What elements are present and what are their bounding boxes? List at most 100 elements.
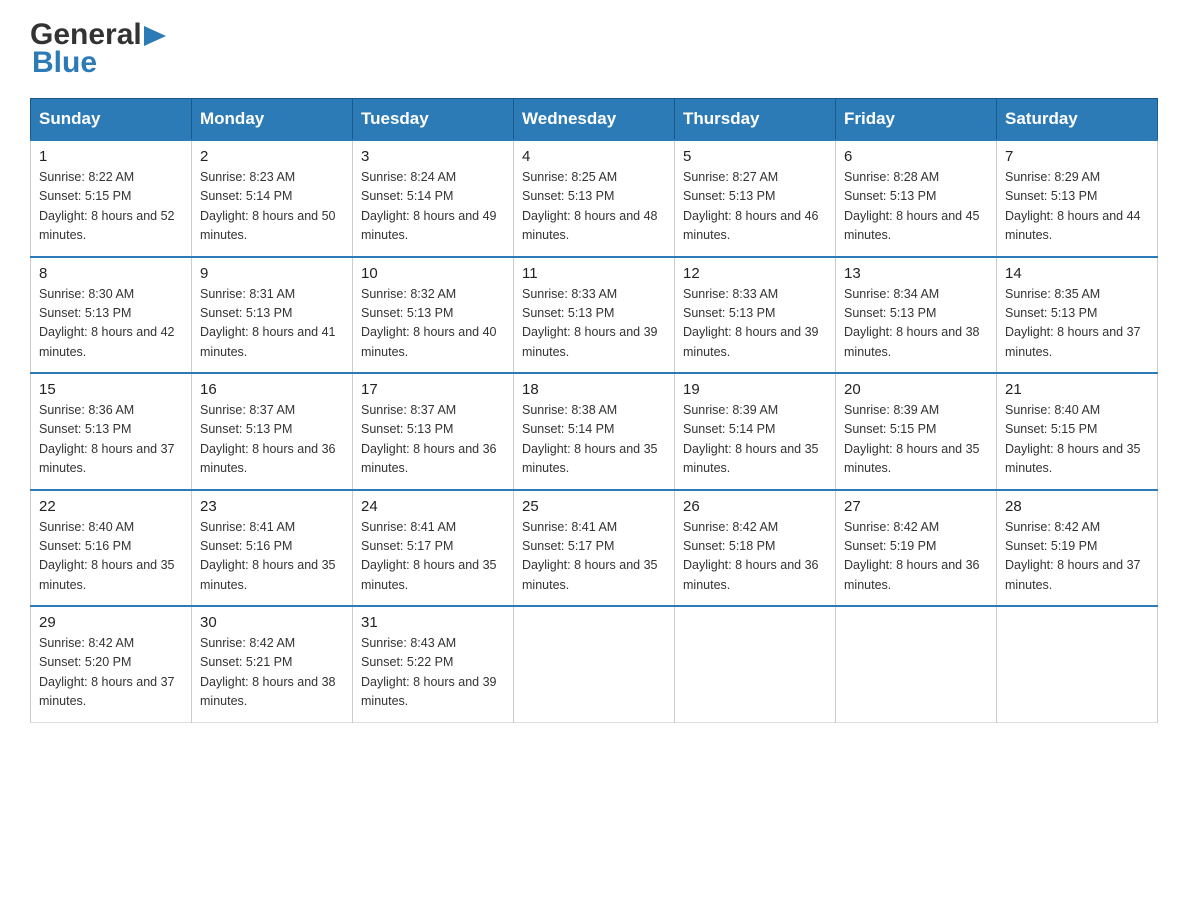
calendar-header-row: SundayMondayTuesdayWednesdayThursdayFrid… — [31, 99, 1158, 141]
calendar-cell: 12Sunrise: 8:33 AMSunset: 5:13 PMDayligh… — [675, 257, 836, 374]
day-number: 9 — [200, 265, 344, 282]
day-number: 28 — [1005, 498, 1149, 515]
calendar-week-3: 15Sunrise: 8:36 AMSunset: 5:13 PMDayligh… — [31, 373, 1158, 490]
logo: General Blue — [30, 20, 172, 80]
calendar-cell: 5 Sunrise: 8:27 AMSunset: 5:13 PMDaylight… — [675, 140, 836, 257]
calendar-cell — [997, 606, 1158, 722]
day-info: Sunrise: 8:32 AMSunset: 5:13 PMDaylight:… — [361, 285, 505, 363]
calendar-cell: 23 Sunrise: 8:41 AMSunset: 5:16 PMDayligh… — [192, 490, 353, 607]
day-info: Sunrise: 8:42 AMSunset: 5:19 PMDaylight:… — [844, 518, 988, 596]
calendar-cell — [675, 606, 836, 722]
day-number: 2 — [200, 148, 344, 165]
day-number: 3 — [361, 148, 505, 165]
calendar-cell: 4 Sunrise: 8:25 AMSunset: 5:13 PMDaylight… — [514, 140, 675, 257]
day-info: Sunrise: 8:30 AMSunset: 5:13 PMDaylight:… — [39, 285, 183, 363]
col-header-friday: Friday — [836, 99, 997, 141]
col-header-tuesday: Tuesday — [353, 99, 514, 141]
col-header-saturday: Saturday — [997, 99, 1158, 141]
logo-blue: Blue — [30, 46, 97, 80]
day-info: Sunrise: 8:24 AMSunset: 5:14 PMDaylight:… — [361, 168, 505, 246]
calendar-cell: 31 Sunrise: 8:43 AMSunset: 5:22 PMDayligh… — [353, 606, 514, 722]
calendar-cell: 25 Sunrise: 8:41 AMSunset: 5:17 PMDayligh… — [514, 490, 675, 607]
day-number: 10 — [361, 265, 505, 282]
day-number: 25 — [522, 498, 666, 515]
day-number: 24 — [361, 498, 505, 515]
calendar-cell: 28 Sunrise: 8:42 AMSunset: 5:19 PMDayligh… — [997, 490, 1158, 607]
day-number: 31 — [361, 614, 505, 631]
calendar-cell: 19Sunrise: 8:39 AMSunset: 5:14 PMDayligh… — [675, 373, 836, 490]
col-header-monday: Monday — [192, 99, 353, 141]
day-info: Sunrise: 8:22 AMSunset: 5:15 PMDaylight:… — [39, 168, 183, 246]
calendar-cell: 9 Sunrise: 8:31 AMSunset: 5:13 PMDaylight… — [192, 257, 353, 374]
day-info: Sunrise: 8:38 AMSunset: 5:14 PMDaylight:… — [522, 401, 666, 479]
day-info: Sunrise: 8:40 AMSunset: 5:15 PMDaylight:… — [1005, 401, 1149, 479]
calendar-cell: 14 Sunrise: 8:35 AMSunset: 5:13 PMDayligh… — [997, 257, 1158, 374]
calendar-cell: 30 Sunrise: 8:42 AMSunset: 5:21 PMDayligh… — [192, 606, 353, 722]
day-info: Sunrise: 8:34 AMSunset: 5:13 PMDaylight:… — [844, 285, 988, 363]
calendar-cell: 21 Sunrise: 8:40 AMSunset: 5:15 PMDayligh… — [997, 373, 1158, 490]
day-info: Sunrise: 8:35 AMSunset: 5:13 PMDaylight:… — [1005, 285, 1149, 363]
calendar-week-4: 22Sunrise: 8:40 AMSunset: 5:16 PMDayligh… — [31, 490, 1158, 607]
calendar-cell: 11 Sunrise: 8:33 AMSunset: 5:13 PMDayligh… — [514, 257, 675, 374]
calendar-cell: 18 Sunrise: 8:38 AMSunset: 5:14 PMDayligh… — [514, 373, 675, 490]
calendar-cell: 16 Sunrise: 8:37 AMSunset: 5:13 PMDayligh… — [192, 373, 353, 490]
calendar-week-1: 1 Sunrise: 8:22 AMSunset: 5:15 PMDaylight… — [31, 140, 1158, 257]
day-number: 21 — [1005, 381, 1149, 398]
day-info: Sunrise: 8:42 AMSunset: 5:21 PMDaylight:… — [200, 634, 344, 712]
calendar-week-5: 29 Sunrise: 8:42 AMSunset: 5:20 PMDayligh… — [31, 606, 1158, 722]
day-info: Sunrise: 8:23 AMSunset: 5:14 PMDaylight:… — [200, 168, 344, 246]
calendar-cell: 20 Sunrise: 8:39 AMSunset: 5:15 PMDayligh… — [836, 373, 997, 490]
calendar-cell: 17Sunrise: 8:37 AMSunset: 5:13 PMDayligh… — [353, 373, 514, 490]
calendar-cell: 29 Sunrise: 8:42 AMSunset: 5:20 PMDayligh… — [31, 606, 192, 722]
day-info: Sunrise: 8:36 AMSunset: 5:13 PMDaylight:… — [39, 401, 183, 479]
day-number: 7 — [1005, 148, 1149, 165]
day-info: Sunrise: 8:33 AMSunset: 5:13 PMDaylight:… — [522, 285, 666, 363]
day-info: Sunrise: 8:37 AMSunset: 5:13 PMDaylight:… — [200, 401, 344, 479]
calendar-cell: 3 Sunrise: 8:24 AMSunset: 5:14 PMDaylight… — [353, 140, 514, 257]
day-number: 23 — [200, 498, 344, 515]
col-header-wednesday: Wednesday — [514, 99, 675, 141]
day-info: Sunrise: 8:27 AMSunset: 5:13 PMDaylight:… — [683, 168, 827, 246]
day-number: 18 — [522, 381, 666, 398]
day-number: 5 — [683, 148, 827, 165]
day-info: Sunrise: 8:41 AMSunset: 5:17 PMDaylight:… — [361, 518, 505, 596]
calendar-cell: 6 Sunrise: 8:28 AMSunset: 5:13 PMDaylight… — [836, 140, 997, 257]
calendar-cell: 1 Sunrise: 8:22 AMSunset: 5:15 PMDaylight… — [31, 140, 192, 257]
day-number: 4 — [522, 148, 666, 165]
day-number: 30 — [200, 614, 344, 631]
col-header-thursday: Thursday — [675, 99, 836, 141]
calendar-cell: 22Sunrise: 8:40 AMSunset: 5:16 PMDayligh… — [31, 490, 192, 607]
day-info: Sunrise: 8:29 AMSunset: 5:13 PMDaylight:… — [1005, 168, 1149, 246]
day-info: Sunrise: 8:42 AMSunset: 5:19 PMDaylight:… — [1005, 518, 1149, 596]
day-info: Sunrise: 8:39 AMSunset: 5:14 PMDaylight:… — [683, 401, 827, 479]
day-number: 8 — [39, 265, 183, 282]
day-number: 29 — [39, 614, 183, 631]
day-number: 20 — [844, 381, 988, 398]
calendar-cell: 2 Sunrise: 8:23 AMSunset: 5:14 PMDaylight… — [192, 140, 353, 257]
day-number: 11 — [522, 265, 666, 282]
day-number: 13 — [844, 265, 988, 282]
day-number: 22 — [39, 498, 183, 515]
calendar-cell — [836, 606, 997, 722]
day-info: Sunrise: 8:41 AMSunset: 5:16 PMDaylight:… — [200, 518, 344, 596]
day-info: Sunrise: 8:39 AMSunset: 5:15 PMDaylight:… — [844, 401, 988, 479]
day-info: Sunrise: 8:28 AMSunset: 5:13 PMDaylight:… — [844, 168, 988, 246]
logo-arrow-icon — [144, 22, 172, 50]
day-info: Sunrise: 8:41 AMSunset: 5:17 PMDaylight:… — [522, 518, 666, 596]
day-info: Sunrise: 8:25 AMSunset: 5:13 PMDaylight:… — [522, 168, 666, 246]
calendar-cell: 8 Sunrise: 8:30 AMSunset: 5:13 PMDaylight… — [31, 257, 192, 374]
calendar-cell — [514, 606, 675, 722]
day-number: 1 — [39, 148, 183, 165]
page-header: General Blue — [30, 20, 1158, 80]
calendar-cell: 13 Sunrise: 8:34 AMSunset: 5:13 PMDayligh… — [836, 257, 997, 374]
calendar-cell: 24 Sunrise: 8:41 AMSunset: 5:17 PMDayligh… — [353, 490, 514, 607]
day-number: 12 — [683, 265, 827, 282]
day-number: 16 — [200, 381, 344, 398]
day-number: 6 — [844, 148, 988, 165]
day-info: Sunrise: 8:31 AMSunset: 5:13 PMDaylight:… — [200, 285, 344, 363]
day-number: 14 — [1005, 265, 1149, 282]
day-info: Sunrise: 8:42 AMSunset: 5:20 PMDaylight:… — [39, 634, 183, 712]
calendar-cell: 7 Sunrise: 8:29 AMSunset: 5:13 PMDaylight… — [997, 140, 1158, 257]
day-number: 26 — [683, 498, 827, 515]
day-info: Sunrise: 8:43 AMSunset: 5:22 PMDaylight:… — [361, 634, 505, 712]
